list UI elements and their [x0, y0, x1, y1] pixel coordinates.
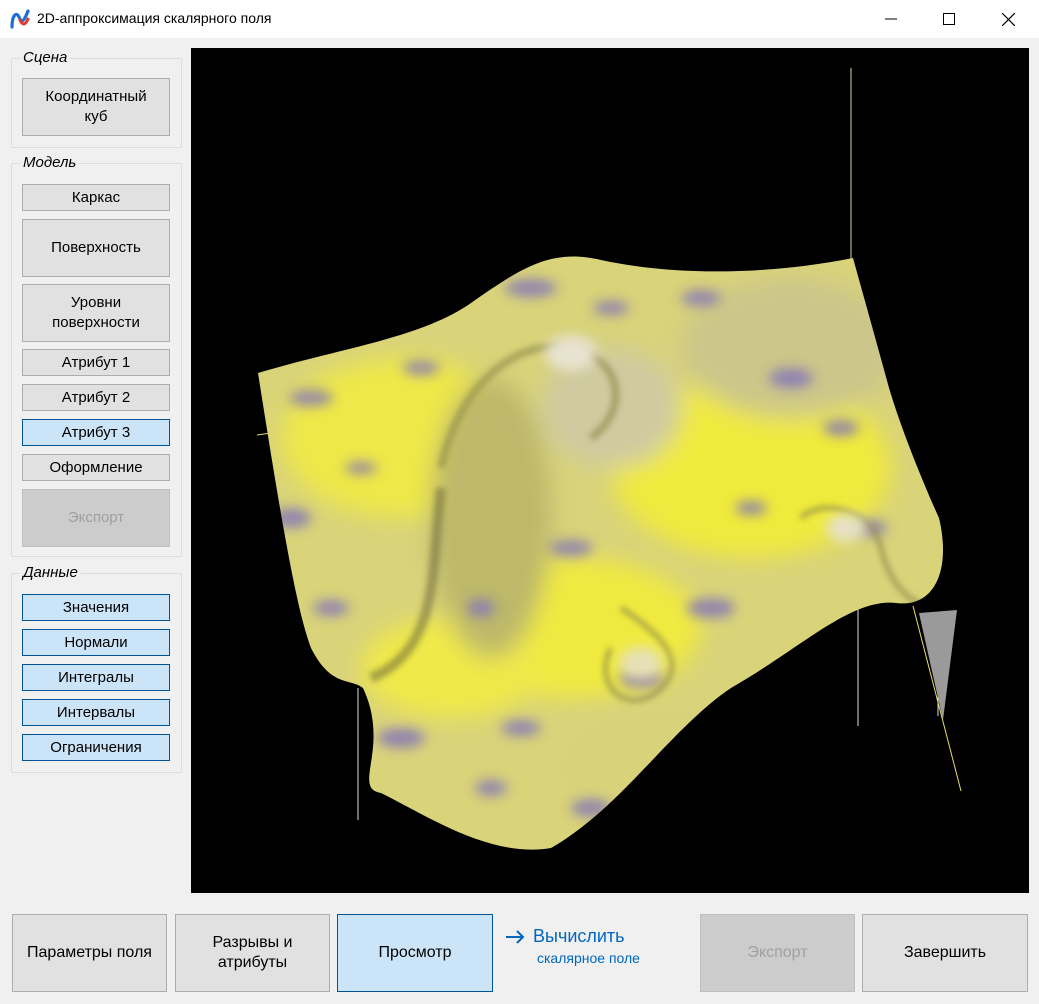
- normals-button[interactable]: Нормали: [22, 629, 170, 656]
- constraints-button[interactable]: Ограничения: [22, 734, 170, 761]
- app-logo-icon: [10, 9, 30, 29]
- scene-legend: Сцена: [20, 49, 71, 66]
- surface-render: [256, 68, 962, 850]
- attribute-3-button[interactable]: Атрибут 3: [22, 419, 170, 446]
- model-export-button[interactable]: Экспорт: [22, 489, 170, 547]
- window-title: 2D-аппроксимация скалярного поля: [37, 10, 272, 26]
- maximize-icon: [943, 13, 955, 25]
- intervals-button[interactable]: Интервалы: [22, 699, 170, 726]
- integrals-button[interactable]: Интегралы: [22, 664, 170, 691]
- attribute-2-button[interactable]: Атрибут 2: [22, 384, 170, 411]
- title-bar: 2D-аппроксимация скалярного поля: [0, 0, 1039, 38]
- arrow-right-icon: [506, 929, 525, 944]
- minimize-button[interactable]: [862, 0, 920, 38]
- wireframe-button[interactable]: Каркас: [22, 184, 170, 211]
- export-button[interactable]: Экспорт: [700, 914, 855, 992]
- view-button[interactable]: Просмотр: [337, 914, 493, 992]
- 3d-viewport[interactable]: [191, 48, 1029, 893]
- compute-sublabel: скалярное поле: [537, 950, 640, 966]
- close-icon: [1001, 12, 1015, 26]
- appearance-button[interactable]: Оформление: [22, 454, 170, 481]
- finish-button[interactable]: Завершить: [862, 914, 1028, 992]
- data-legend: Данные: [20, 564, 81, 581]
- close-button[interactable]: [979, 0, 1037, 38]
- attribute-1-button[interactable]: Атрибут 1: [22, 349, 170, 376]
- field-params-button[interactable]: Параметры поля: [12, 914, 167, 992]
- surface-button[interactable]: Поверхность: [22, 219, 170, 277]
- scalar-surface: [258, 256, 944, 850]
- compute-link[interactable]: Вычислить скалярное поле: [505, 926, 640, 966]
- values-button[interactable]: Значения: [22, 594, 170, 621]
- compute-label: Вычислить: [533, 926, 625, 946]
- minimize-icon: [885, 18, 897, 20]
- coord-cube-button[interactable]: Координатный куб: [22, 78, 170, 136]
- surface-levels-button[interactable]: Уровни поверхности: [22, 284, 170, 342]
- maximize-button[interactable]: [920, 0, 978, 38]
- gaps-attributes-button[interactable]: Разрывы и атрибуты: [175, 914, 330, 992]
- model-legend: Модель: [20, 154, 80, 171]
